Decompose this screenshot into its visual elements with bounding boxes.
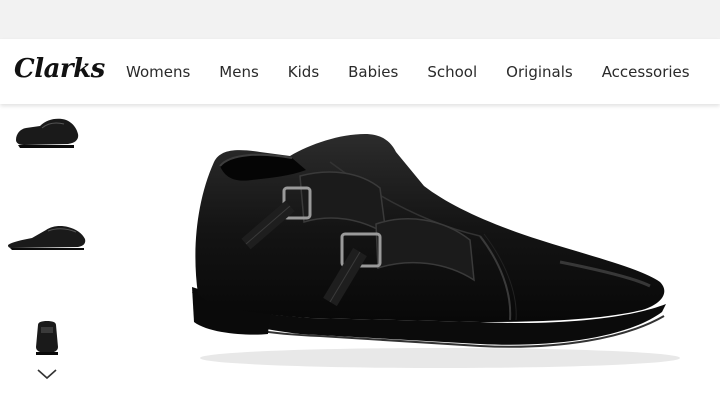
nav-item-kids[interactable]: Kids bbox=[288, 63, 319, 81]
nav-item-originals[interactable]: Originals bbox=[506, 63, 573, 81]
main-product-image[interactable] bbox=[180, 122, 680, 382]
shoe-angle-view-icon bbox=[16, 118, 79, 148]
thumbnail-2[interactable] bbox=[6, 220, 88, 254]
product-gallery bbox=[0, 104, 720, 401]
shoe-side-view-icon bbox=[8, 226, 86, 250]
thumbnail-3[interactable] bbox=[30, 319, 64, 357]
nav-item-accessories[interactable]: Accessories bbox=[602, 63, 690, 81]
nav-item-mens[interactable]: Mens bbox=[219, 63, 259, 81]
nav-item-womens[interactable]: Womens bbox=[126, 63, 190, 81]
clarks-logo[interactable]: Clarks bbox=[14, 54, 105, 84]
nav-item-school[interactable]: School bbox=[427, 63, 477, 81]
nav-menu: Womens Mens Kids Babies School Originals… bbox=[126, 39, 719, 104]
top-strip bbox=[0, 0, 720, 39]
shoe-front-view-icon bbox=[36, 321, 58, 355]
nav-item-babies[interactable]: Babies bbox=[348, 63, 398, 81]
main-nav-bar: Clarks Womens Mens Kids Babies School Or… bbox=[0, 39, 720, 104]
chevron-down-icon[interactable] bbox=[36, 366, 58, 380]
thumbnail-1[interactable] bbox=[12, 114, 82, 152]
monk-strap-shoe-icon bbox=[192, 134, 680, 368]
